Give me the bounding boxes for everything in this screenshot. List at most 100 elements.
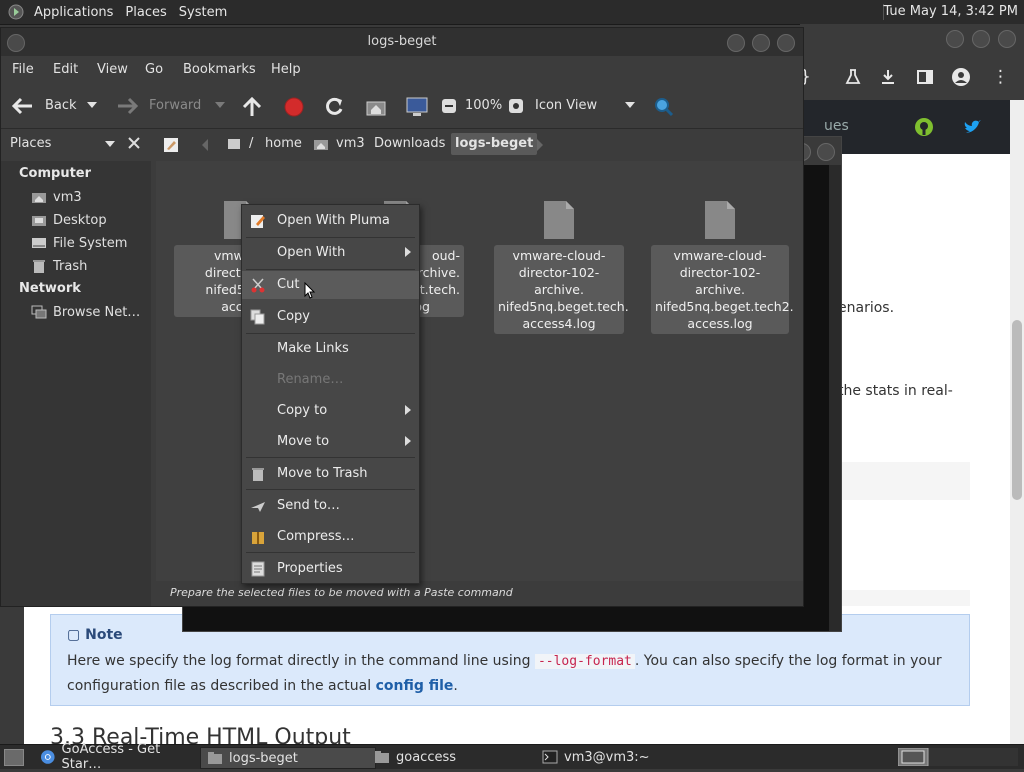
menu-go[interactable]: Go <box>145 62 163 77</box>
menu-item-label: Copy <box>277 309 310 324</box>
maximize-button[interactable] <box>752 34 770 52</box>
menu-file[interactable]: File <box>12 62 34 77</box>
breadcrumb-root[interactable]: / <box>245 133 257 155</box>
show-desktop-button[interactable] <box>4 749 24 766</box>
clock[interactable]: Tue May 14, 3:42 PM <box>883 4 1018 19</box>
applications-menu[interactable]: Applications <box>28 5 119 20</box>
edit-location-icon[interactable] <box>163 137 179 153</box>
sidebar-item-label: vm3 <box>53 189 82 205</box>
view-mode-select[interactable]: Icon View <box>535 98 597 113</box>
back-button[interactable]: Back <box>45 98 77 113</box>
bottom-taskbar: GoAccess - Get Star… logs-beget goaccess… <box>0 742 1024 772</box>
close-button[interactable] <box>998 30 1016 48</box>
menu-item-copy-to[interactable]: Copy to <box>242 397 419 425</box>
menu-item-copy[interactable]: Copy <box>242 303 419 331</box>
up-arrow-icon[interactable] <box>241 96 263 118</box>
note-title: ▢ Note <box>67 627 123 643</box>
menu-item-properties[interactable]: Properties <box>242 555 419 583</box>
file-name: vmware-cloud- director-102-archive. nife… <box>651 245 794 334</box>
stop-icon[interactable] <box>283 96 305 118</box>
menu-help[interactable]: Help <box>271 62 301 77</box>
breadcrumb-scroll-right-icon[interactable] <box>536 139 544 151</box>
drive-icon <box>32 238 46 248</box>
file-item[interactable]: vmware-cloud- director-102-archive. nife… <box>494 199 629 334</box>
menu-item-compress[interactable]: Compress… <box>242 523 419 551</box>
kebab-menu-icon[interactable]: ⋮ <box>992 67 1009 87</box>
page-scrollbar[interactable] <box>1010 100 1024 744</box>
menu-view[interactable]: View <box>97 62 128 77</box>
menu-item-make-links[interactable]: Make Links <box>242 335 419 363</box>
home-folder-icon[interactable] <box>365 96 387 118</box>
zoom-out-icon[interactable] <box>441 98 457 114</box>
taskbar-item-logs-beget[interactable]: logs-beget <box>200 747 376 769</box>
window-titlebar[interactable]: logs-beget <box>1 28 803 56</box>
trash-icon <box>33 260 45 273</box>
reload-icon[interactable] <box>323 96 345 118</box>
zoom-level[interactable]: 100% <box>465 98 502 113</box>
menu-separator <box>246 457 415 458</box>
breadcrumb-home[interactable]: home <box>261 133 306 155</box>
side-panel-icon[interactable] <box>916 68 934 86</box>
note-text-line: Here we specify the log format directly … <box>67 653 942 669</box>
computer-icon[interactable] <box>405 96 429 118</box>
forward-arrow-icon[interactable] <box>115 96 139 116</box>
workspace-switcher[interactable] <box>898 748 1018 766</box>
file-item[interactable]: vmware-cloud- director-102-archive. nife… <box>651 199 794 334</box>
sidebar-item-label: Browse Net… <box>53 304 141 320</box>
minimize-button[interactable] <box>946 30 964 48</box>
sidebar-item-filesystem[interactable]: File System <box>31 233 127 253</box>
sidebar-item-trash[interactable]: Trash <box>31 256 87 276</box>
menu-item-cut[interactable]: Cut <box>242 271 419 299</box>
menu-item-rename[interactable]: Rename… <box>242 366 419 394</box>
mate-logo-icon[interactable] <box>8 4 24 20</box>
labs-flask-icon[interactable] <box>844 68 862 86</box>
taskbar-item-browser[interactable]: GoAccess - Get Star… <box>34 742 206 772</box>
sidebar-type-select[interactable]: Places <box>7 133 119 155</box>
menu-item-open-with-pluma[interactable]: Open With Pluma <box>242 207 419 235</box>
text-file-icon <box>705 201 735 239</box>
menu-item-open-with[interactable]: Open With <box>242 239 419 267</box>
menu-item-move-to[interactable]: Move to <box>242 428 419 456</box>
zoom-in-icon[interactable] <box>508 98 524 114</box>
breadcrumb-scroll-left-icon[interactable] <box>201 139 209 151</box>
menu-edit[interactable]: Edit <box>53 62 78 77</box>
file-name-line: vmware-cloud- <box>673 248 767 263</box>
github-icon[interactable] <box>914 117 934 137</box>
menu-item-send-to[interactable]: Send to… <box>242 492 419 520</box>
breadcrumb-downloads[interactable]: Downloads <box>370 133 449 155</box>
places-menu[interactable]: Places <box>119 5 172 20</box>
minimize-button[interactable] <box>727 34 745 52</box>
sidebar-item-vm3[interactable]: vm3 <box>31 187 82 207</box>
taskbar-item-terminal[interactable]: vm3@vm3:~ <box>536 747 708 767</box>
menu-item-move-to-trash[interactable]: Move to Trash <box>242 460 419 488</box>
taskbar-item-goaccess[interactable]: goaccess <box>368 747 540 767</box>
back-history-dropdown-icon[interactable] <box>87 102 97 110</box>
menu-item-label: Cut <box>277 277 300 292</box>
menu-bar: File Edit View Go Bookmarks Help <box>1 56 803 84</box>
breadcrumb-vm3[interactable]: vm3 <box>332 133 369 155</box>
breadcrumb-logs-beget[interactable]: logs-beget <box>451 133 538 155</box>
view-mode-dropdown-icon[interactable] <box>625 102 635 110</box>
config-file-link[interactable]: config file <box>376 678 454 694</box>
sidebar-item-desktop[interactable]: Desktop <box>31 210 107 230</box>
forward-history-dropdown-icon[interactable] <box>215 102 225 110</box>
twitter-icon[interactable] <box>962 117 982 137</box>
forward-button[interactable]: Forward <box>149 98 201 113</box>
system-menu[interactable]: System <box>173 5 233 20</box>
back-arrow-icon[interactable] <box>11 96 35 116</box>
profile-avatar-icon[interactable] <box>951 67 971 87</box>
submenu-arrow-icon <box>405 405 411 415</box>
download-icon[interactable] <box>879 68 897 86</box>
close-button[interactable] <box>817 143 835 161</box>
sidebar-item-browse-network[interactable]: Browse Net… <box>31 302 140 322</box>
text-file-icon <box>544 201 574 239</box>
maximize-button[interactable] <box>972 30 990 48</box>
close-sidebar-icon[interactable] <box>125 133 143 153</box>
terminal-scrollbar[interactable] <box>829 165 841 631</box>
scrollbar-thumb[interactable] <box>1012 320 1022 500</box>
note-text-line: configuration file as described in the a… <box>67 678 458 694</box>
close-button[interactable] <box>777 34 795 52</box>
search-icon[interactable] <box>653 96 675 118</box>
menu-bookmarks[interactable]: Bookmarks <box>183 62 256 77</box>
issues-link[interactable]: ues <box>824 118 849 134</box>
